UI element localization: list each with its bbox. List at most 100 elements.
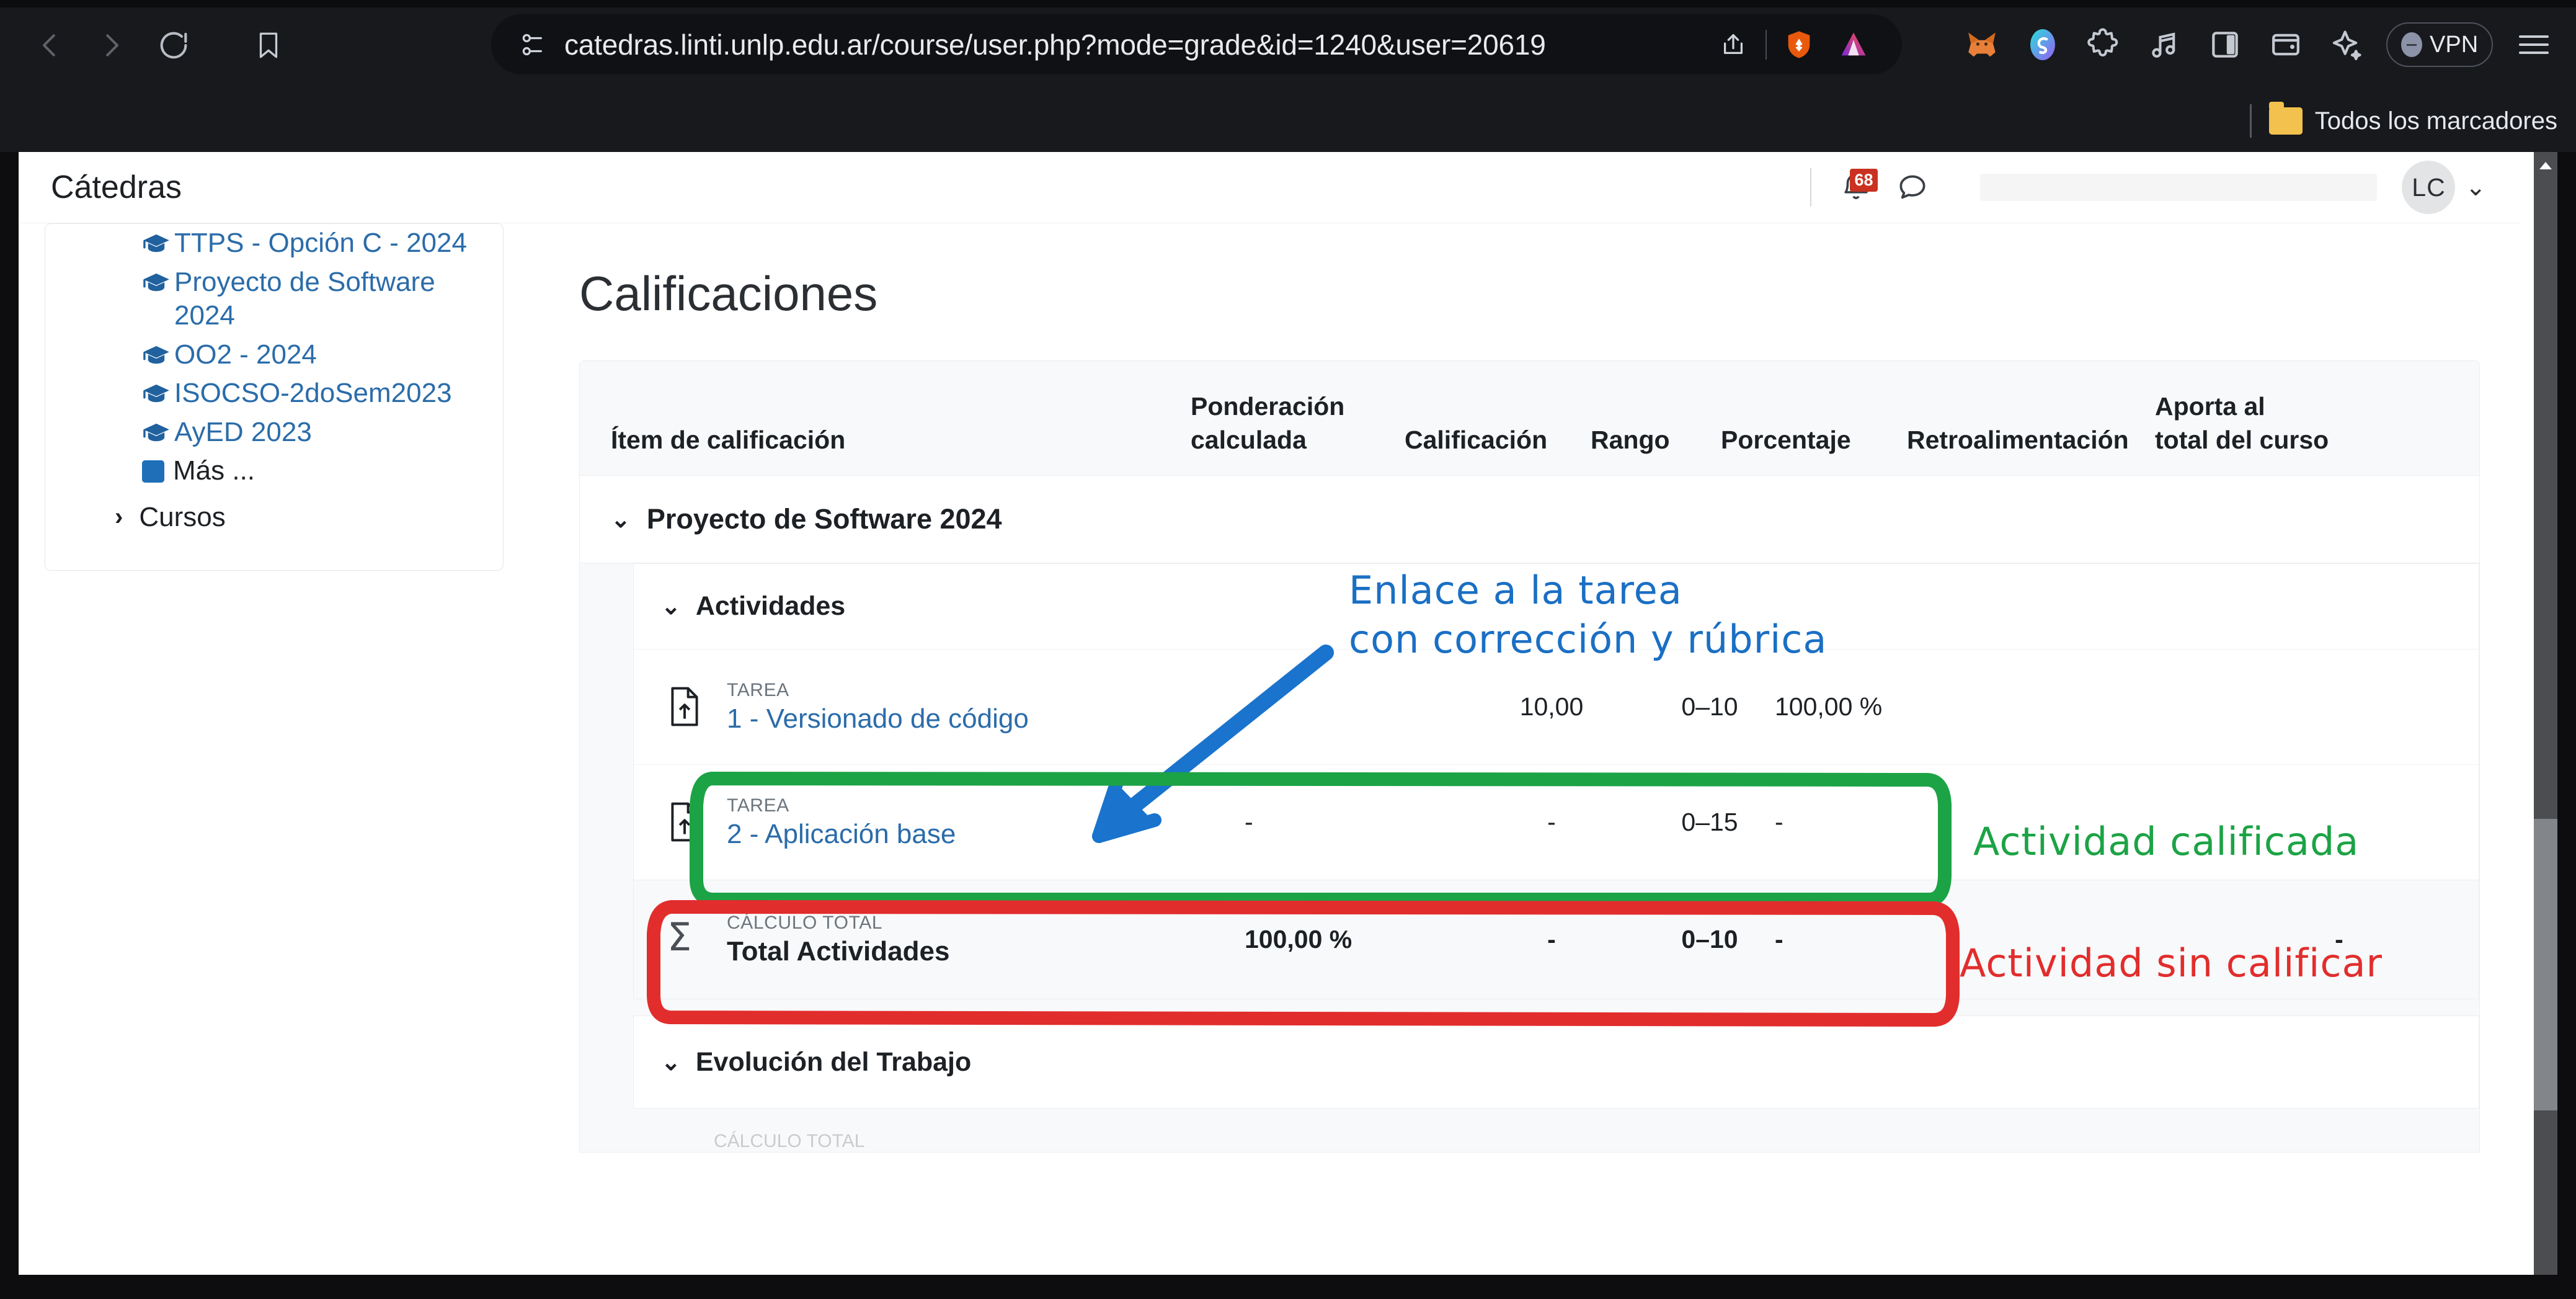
main-content: Calificaciones Ítem de calificación Pond… [564, 223, 2505, 1275]
url-text[interactable]: catedras.linti.unlp.edu.ar/course/user.p… [564, 28, 1546, 61]
graduation-cap-icon [142, 341, 171, 375]
sidebar-item-course-4[interactable]: AyED 2023 [142, 413, 503, 452]
forward-chevron-icon[interactable] [81, 14, 143, 76]
row-ponderacion: - [1245, 808, 1253, 837]
sidebar-toggle-icon[interactable] [2196, 16, 2254, 73]
th-rango: Rango [1591, 426, 1670, 455]
sidebar-item-cursos[interactable]: › Cursos [115, 502, 503, 533]
row-ponderacion: - [1245, 692, 1253, 721]
row-name-link[interactable]: 2 - Aplicación base [727, 819, 956, 850]
category-band-evolucion[interactable]: ⌄ Evolución del Trabajo [633, 1016, 2479, 1109]
sidebar-item-label: TTPS - Opción C - 2024 [174, 228, 467, 258]
sync-extension-icon[interactable] [2014, 16, 2071, 73]
green-annotation-text: Actividad calificada [1973, 819, 2360, 864]
url-bar[interactable]: catedras.linti.unlp.edu.ar/course/user.p… [491, 14, 1902, 74]
total-kind: CÁLCULO TOTAL [727, 912, 883, 933]
sidebar-item-label: Proyecto de Software 2024 [174, 266, 435, 331]
row-item-cell: TAREA 1 - Versionado de código [634, 680, 1245, 734]
sidebar-item-label: OO2 - 2024 [174, 339, 317, 370]
row-name-link[interactable]: 1 - Versionado de código [727, 703, 1029, 734]
brave-playlist-music-icon[interactable] [2136, 16, 2193, 73]
bookmarks-divider [2249, 104, 2252, 138]
brave-shields-icon[interactable] [512, 25, 551, 64]
row-kind: TAREA [727, 679, 789, 700]
avatar[interactable]: LC [2402, 161, 2456, 214]
row-rango: 0–15 [1681, 808, 1738, 837]
th-ponderacion: Ponderación calculada [1191, 392, 1345, 455]
leo-ai-sparkle-icon[interactable] [2318, 16, 2375, 73]
back-chevron-icon[interactable] [19, 14, 81, 76]
table-header-row: Ítem de calificación Ponderación calcula… [580, 361, 2479, 475]
scrollbar-thumb[interactable] [2534, 819, 2557, 1110]
total-ponderacion: 100,00 % [1245, 925, 1352, 954]
graduation-cap-icon [142, 268, 171, 302]
vpn-label: VPN [2430, 31, 2479, 58]
brave-lion-icon[interactable] [1772, 17, 1826, 72]
chevron-down-icon[interactable]: ⌄ [661, 592, 681, 620]
course-drawer: TTPS - Opción C - 2024 Proyecto de Softw… [45, 223, 504, 571]
brave-wallet-icon[interactable] [2257, 16, 2314, 73]
url-bar-actions [1706, 17, 1881, 72]
assignment-icon [667, 685, 711, 729]
blue-annotation-text: Enlace a la tarea con corrección y rúbri… [1349, 568, 1828, 663]
sidebar-item-course-3[interactable]: ISOCSO-2doSem2023 [142, 374, 503, 413]
sigma-icon: Σ [667, 914, 692, 960]
th-item: Ítem de calificación [611, 426, 846, 455]
total-name: Total Actividades [727, 935, 950, 966]
moodle-navbar: Cátedras 68 LC ⌄ [19, 152, 2521, 223]
bookmark-icon[interactable] [242, 19, 295, 72]
vpn-button[interactable]: VPN [2386, 22, 2494, 67]
row-rango: 0–10 [1681, 692, 1738, 721]
user-menu[interactable]: LC ⌄ [2402, 161, 2486, 214]
share-icon[interactable] [1706, 17, 1761, 72]
site-name[interactable]: Cátedras [51, 169, 182, 206]
navbar-divider [1810, 168, 1812, 207]
reload-icon[interactable] [143, 14, 205, 76]
row-kind: TAREA [727, 795, 789, 816]
th-aporta: Aporta al total del curso [2155, 392, 2329, 455]
page-viewport: Cátedras 68 LC ⌄ TTPS - Opción C - 2024 … [19, 152, 2541, 1275]
sidebar-item-label: AyED 2023 [174, 416, 312, 447]
vpn-status-icon [2401, 32, 2422, 57]
row-calificacion: 10,00 [1519, 692, 1584, 721]
table-row[interactable]: TAREA 1 - Versionado de código - 10,00 0… [633, 649, 2479, 765]
graduation-cap-icon [142, 418, 171, 452]
total-calificacion: - [1547, 925, 1556, 954]
navbar-right-actions: 68 LC ⌄ [1810, 152, 2521, 223]
chevron-down-icon[interactable]: ⌄ [611, 506, 631, 533]
category-label: Actividades [695, 591, 846, 622]
bookmarks-bar: Todos los marcadores [0, 90, 2576, 152]
notification-count-badge: 68 [1850, 169, 1878, 192]
page-title: Calificaciones [579, 266, 878, 321]
bookmark-folder-label: Todos los marcadores [2314, 107, 2557, 135]
puzzle-extensions-icon[interactable] [2075, 16, 2132, 73]
course-band-row[interactable]: ⌄ Proyecto de Software 2024 [580, 475, 2479, 564]
tab-strip [0, 0, 2576, 7]
bookmark-folder-all[interactable]: Todos los marcadores [2268, 102, 2557, 135]
browser-chrome: catedras.linti.unlp.edu.ar/course/user.p… [0, 0, 2576, 152]
row-porcentaje: - [1775, 808, 1783, 837]
bookmark-folder-icon [2268, 102, 2303, 135]
vertical-scrollbar[interactable] [2534, 152, 2557, 1275]
sidebar-item-label: ISOCSO-2doSem2023 [174, 378, 452, 409]
scroll-up-arrow-icon[interactable] [2534, 152, 2557, 179]
chevron-down-icon[interactable]: ⌄ [2465, 175, 2486, 200]
message-bubble-icon[interactable] [1888, 165, 1937, 210]
square-block-icon [142, 460, 164, 483]
th-porcentaje: Porcentaje [1721, 426, 1851, 455]
row-calificacion: - [1547, 808, 1556, 837]
graduation-cap-icon [142, 229, 171, 263]
brave-leo-triangle-icon[interactable] [1826, 17, 1881, 72]
sidebar-item-label: Cursos [139, 501, 226, 532]
sidebar-item-course-0[interactable]: TTPS - Opción C - 2024 [142, 224, 503, 263]
row-item-cell: TAREA 2 - Aplicación base [634, 795, 1245, 850]
notification-bell-icon[interactable]: 68 [1834, 165, 1878, 210]
hamburger-menu-icon[interactable] [2505, 16, 2562, 73]
assignment-icon [667, 801, 711, 844]
sidebar-item-more[interactable]: Más ... [142, 452, 503, 491]
sidebar-item-course-1[interactable]: Proyecto de Software 2024 [142, 263, 464, 336]
sidebar-item-course-2[interactable]: OO2 - 2024 [142, 336, 503, 375]
navbar-ghost-text [1980, 174, 2378, 201]
metamask-fox-icon[interactable] [1953, 16, 2010, 73]
chevron-down-icon[interactable]: ⌄ [661, 1048, 681, 1076]
